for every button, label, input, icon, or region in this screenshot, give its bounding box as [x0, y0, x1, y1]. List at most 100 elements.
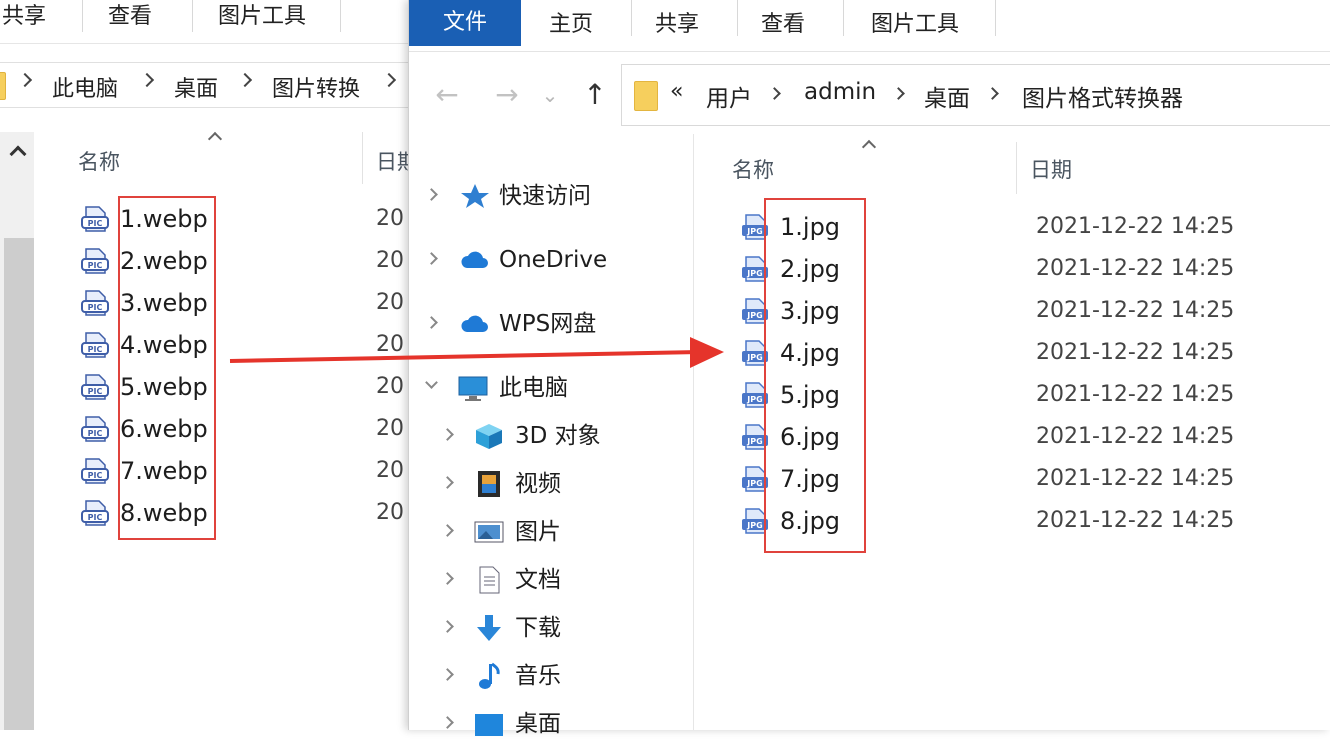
column-divider[interactable]	[1016, 142, 1017, 194]
column-name[interactable]: 名称	[732, 154, 774, 184]
sidebar-item-documents[interactable]: 文档	[409, 560, 693, 600]
back-ribbon: 共享 查看 图片工具	[0, 0, 410, 44]
document-icon	[473, 560, 505, 600]
back-scrollbar[interactable]	[0, 132, 34, 730]
crumb-admin[interactable]: admin	[804, 79, 876, 105]
overflow-chevrons[interactable]: «	[670, 79, 683, 104]
tab-share[interactable]: 共享	[655, 0, 699, 46]
crumb-desktop[interactable]: 桌面	[924, 79, 970, 113]
forward-arrow-icon[interactable]: →	[487, 78, 527, 112]
chevron-right-icon[interactable]	[441, 716, 454, 729]
chevron-right-icon[interactable]	[441, 620, 454, 633]
back-tab-picture-tools[interactable]: 图片工具	[218, 0, 306, 40]
svg-text:JPG: JPG	[746, 227, 762, 236]
back-column-name[interactable]: 名称	[78, 146, 120, 176]
back-crumb-image-convert[interactable]: 图片转换	[272, 71, 360, 103]
svg-text:JPG: JPG	[746, 521, 762, 530]
file-date: 2021-12-22 14:25	[1036, 382, 1235, 407]
tab-home[interactable]: 主页	[549, 0, 593, 46]
chevron-right-icon	[17, 72, 33, 88]
back-crumb-this-pc[interactable]: 此电脑	[52, 71, 118, 103]
sidebar-item-label: OneDrive	[499, 247, 608, 273]
webp-file-icon: PIC	[81, 206, 109, 232]
star-icon	[459, 176, 491, 216]
video-icon	[473, 464, 505, 504]
chevron-right-icon[interactable]	[441, 668, 454, 681]
sidebar-item-label: 3D 对象	[515, 423, 601, 449]
tab-view[interactable]: 查看	[761, 0, 805, 46]
music-icon	[473, 656, 505, 696]
svg-text:PIC: PIC	[88, 471, 103, 480]
chevron-right-icon[interactable]	[441, 572, 454, 585]
file-date: 20	[376, 458, 404, 483]
back-tab-share[interactable]: 共享	[2, 0, 46, 40]
crumb-users[interactable]: 用户	[706, 79, 752, 113]
webp-file-icon: PIC	[81, 458, 109, 484]
chevron-right-icon[interactable]	[425, 316, 438, 329]
navigation-pane: 快速访问 OneDrive WPS网盘 此电脑 3D 对象 视频 图片 文档 下载 音乐 桌面	[409, 134, 694, 737]
back-arrow-icon[interactable]: ←	[427, 78, 467, 112]
divider	[843, 0, 844, 36]
file-date: 20	[376, 416, 404, 441]
sidebar-item-desktop[interactable]: 桌面	[409, 704, 693, 744]
address-bar[interactable]: « 用户 admin 桌面 图片格式转换器	[621, 64, 1330, 126]
highlight-box-jpg-files	[764, 198, 866, 553]
column-date[interactable]: 日期	[1030, 154, 1072, 184]
chevron-right-icon[interactable]	[425, 188, 438, 201]
back-address-bar[interactable]: 此电脑 桌面 图片转换	[0, 62, 410, 108]
chevron-down-icon[interactable]	[425, 376, 438, 389]
divider	[631, 0, 632, 36]
back-column-date[interactable]: 日期	[376, 146, 410, 176]
sidebar-item-onedrive[interactable]: OneDrive	[409, 240, 693, 280]
divider	[995, 0, 996, 36]
file-date: 20	[376, 500, 404, 525]
chevron-right-icon[interactable]	[441, 524, 454, 537]
desktop-icon	[473, 704, 505, 744]
sidebar-item-3d-objects[interactable]: 3D 对象	[409, 416, 693, 456]
webp-file-icon: PIC	[81, 332, 109, 358]
back-crumb-desktop[interactable]: 桌面	[174, 71, 218, 103]
chevron-right-icon[interactable]	[441, 428, 454, 441]
navigation-bar: ← → ⌄ ↑ « 用户 admin 桌面 图片格式转换器	[409, 52, 1330, 134]
cube-icon	[473, 416, 505, 456]
svg-text:PIC: PIC	[88, 219, 103, 228]
sidebar-item-quick-access[interactable]: 快速访问	[409, 176, 693, 216]
svg-text:JPG: JPG	[746, 269, 762, 278]
scrollbar-thumb[interactable]	[4, 238, 34, 730]
chevron-right-icon	[139, 72, 155, 88]
webp-file-icon: PIC	[81, 416, 109, 442]
sidebar-item-wps-cloud[interactable]: WPS网盘	[409, 304, 693, 344]
svg-text:PIC: PIC	[88, 429, 103, 438]
svg-text:PIC: PIC	[88, 345, 103, 354]
sort-ascending-icon	[207, 131, 223, 147]
sort-ascending-icon	[861, 139, 877, 155]
download-icon	[473, 608, 505, 648]
svg-text:PIC: PIC	[88, 261, 103, 270]
chevron-right-icon	[237, 72, 253, 88]
chevron-right-icon	[986, 87, 999, 100]
column-divider[interactable]	[362, 132, 363, 184]
svg-text:JPG: JPG	[746, 395, 762, 404]
sidebar-item-label: 此电脑	[499, 375, 568, 401]
svg-text:JPG: JPG	[746, 437, 762, 446]
sidebar-item-music[interactable]: 音乐	[409, 656, 693, 696]
recent-locations-icon[interactable]: ⌄	[535, 78, 565, 112]
file-date: 2021-12-22 14:25	[1036, 340, 1235, 365]
chevron-right-icon[interactable]	[425, 252, 438, 265]
sidebar-item-pictures[interactable]: 图片	[409, 512, 693, 552]
sidebar-item-videos[interactable]: 视频	[409, 464, 693, 504]
sidebar-item-this-pc[interactable]: 此电脑	[409, 368, 693, 408]
back-tab-view[interactable]: 查看	[108, 0, 152, 40]
tab-file[interactable]: 文件	[409, 0, 521, 46]
up-arrow-icon[interactable]: ↑	[575, 78, 615, 112]
svg-text:PIC: PIC	[88, 513, 103, 522]
file-date: 2021-12-22 14:25	[1036, 508, 1235, 533]
chevron-right-icon[interactable]	[441, 476, 454, 489]
folder-icon	[0, 72, 6, 100]
tab-picture-tools[interactable]: 图片工具	[871, 0, 959, 46]
sidebar-item-downloads[interactable]: 下载	[409, 608, 693, 648]
webp-file-icon: PIC	[81, 248, 109, 274]
scroll-up-arrow-icon[interactable]	[9, 145, 27, 163]
crumb-image-format-converter[interactable]: 图片格式转换器	[1022, 79, 1183, 113]
sidebar-item-label: 下载	[515, 615, 561, 641]
